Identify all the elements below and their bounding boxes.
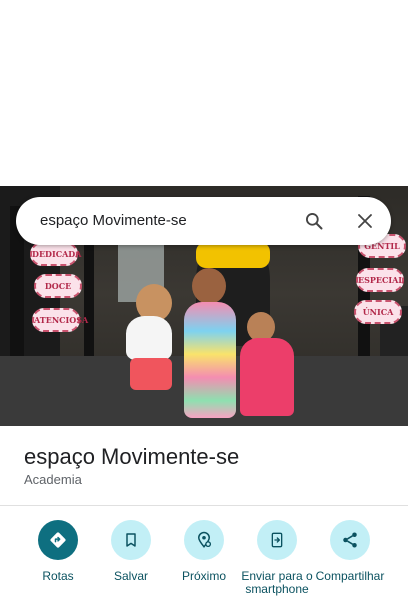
place-title: espaço Movimente-se [24,444,240,469]
nearby-button[interactable]: Próximo [167,520,241,583]
directions-icon [38,520,78,560]
photo-badge: ATENCIOSA [32,308,88,332]
photo-child-top [126,316,172,360]
photo-adult-shirt [196,242,270,268]
nearby-icon [184,520,224,560]
divider [0,505,408,506]
share-label: Compartilhar [315,569,385,583]
search-bar[interactable]: espaço Movimente-se [16,197,391,245]
photo-child-shorts [130,358,172,390]
directions-button[interactable]: Rotas [21,520,95,583]
photo-badge: DEDICADA [30,242,81,266]
photo-badge: ESPECIAL [356,268,404,292]
photo-badge: ÚNICA [354,300,402,324]
directions-label: Rotas [42,569,74,583]
bookmark-icon [111,520,151,560]
send-to-phone-button[interactable]: Enviar para o smartphone [240,520,314,596]
action-bar: Rotas Salvar Próximo Enviar para o smart… [0,520,408,612]
close-icon[interactable] [349,205,381,237]
send-to-phone-icon [257,520,297,560]
photo-badge: DOCE [34,274,82,298]
save-label: Salvar [113,569,148,583]
place-category: Academia [24,472,82,487]
share-button[interactable]: Compartilhar [313,520,387,583]
search-query[interactable]: espaço Movimente-se [40,197,187,245]
photo-child-head [192,268,226,304]
save-button[interactable]: Salvar [94,520,168,583]
nearby-label: Próximo [181,569,226,583]
photo-child-dress [240,338,294,416]
send-to-phone-label: Enviar para o smartphone [241,569,313,596]
photo-child-dress [184,302,236,418]
search-icon[interactable] [298,205,330,237]
blank-header-area [0,0,408,186]
share-icon [330,520,370,560]
